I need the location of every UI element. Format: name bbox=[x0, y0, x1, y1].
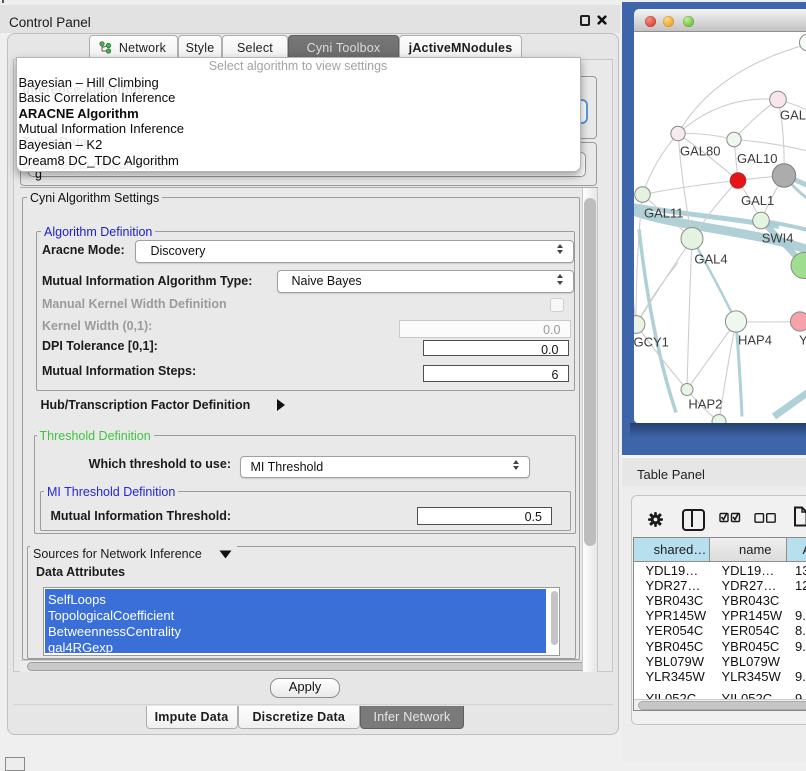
svg-text:Y: Y bbox=[799, 332, 806, 347]
svg-text:GAL4: GAL4 bbox=[694, 251, 727, 266]
svg-text:SWI4: SWI4 bbox=[762, 230, 794, 245]
svg-text:HAP4: HAP4 bbox=[738, 332, 772, 347]
svg-text:GAL1: GAL1 bbox=[741, 193, 774, 208]
svg-text:GAL80: GAL80 bbox=[680, 143, 720, 158]
svg-text:GCY1: GCY1 bbox=[634, 334, 669, 349]
svg-text:GAL2: GAL2 bbox=[780, 107, 806, 122]
svg-text:HAP2: HAP2 bbox=[688, 396, 722, 411]
svg-text:GAL11: GAL11 bbox=[644, 205, 684, 220]
svg-text:GAL10: GAL10 bbox=[737, 151, 777, 166]
